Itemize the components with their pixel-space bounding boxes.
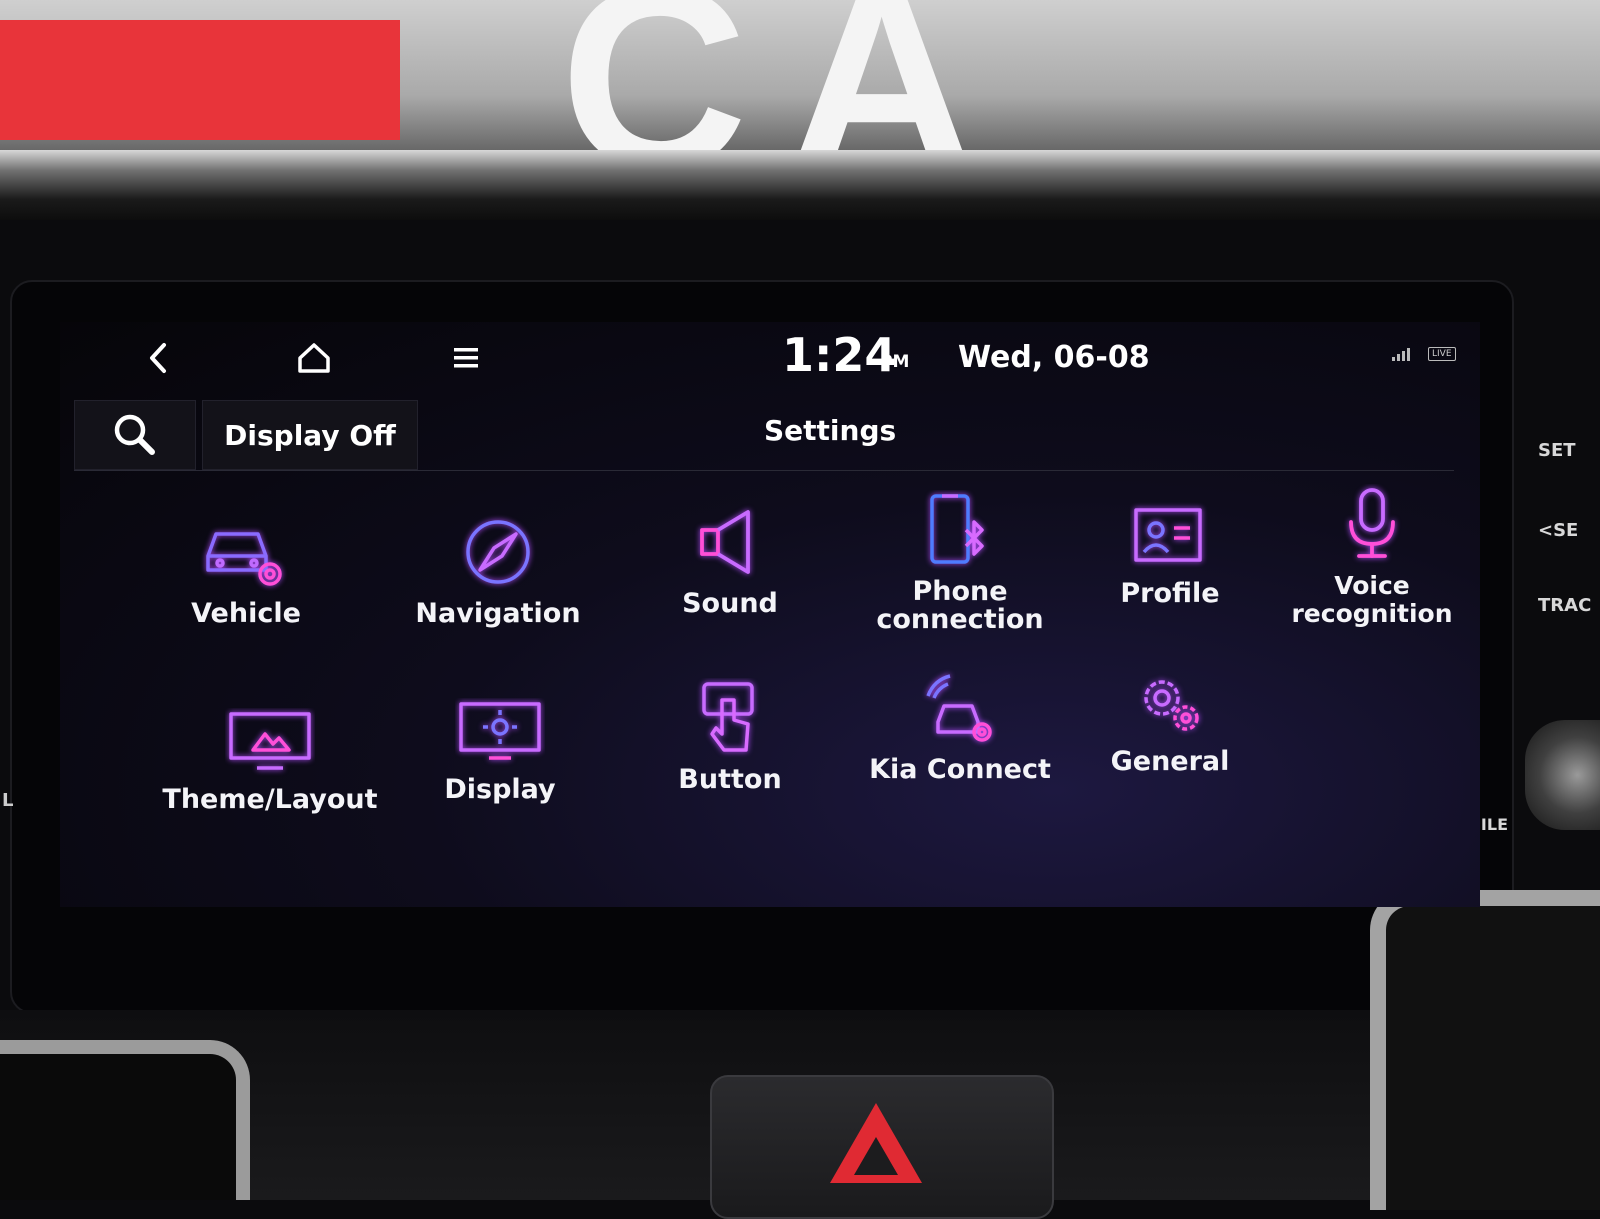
display-off-button[interactable]: Display Off <box>202 400 418 470</box>
side-left-label: L <box>2 790 14 811</box>
background-red-sign <box>0 20 400 140</box>
page-title: Settings <box>764 414 897 447</box>
back-button[interactable] <box>130 338 186 378</box>
menu-label: Voice recognition <box>1291 571 1453 628</box>
menu-label: Vehicle <box>191 598 301 629</box>
menu-item-vehicle[interactable]: Vehicle <box>136 502 356 682</box>
menu-label: Theme/Layout <box>162 784 378 815</box>
search-icon <box>114 414 155 455</box>
home-button[interactable] <box>286 338 342 378</box>
infotainment-screen: 1:24 PM Wed, 06-08 LIVE Display Off Sett… <box>60 322 1480 907</box>
car-gear-icon <box>206 532 282 586</box>
status-icons: LIVE <box>1390 346 1456 362</box>
gears-icon <box>1144 680 1199 731</box>
connected-car-icon <box>926 674 992 742</box>
hazard-button[interactable] <box>710 1075 1054 1219</box>
left-air-vent <box>0 1040 250 1200</box>
side-label-set[interactable]: SET <box>1538 440 1576 461</box>
tune-knob[interactable] <box>1525 720 1600 830</box>
menu-label: Display <box>444 774 556 805</box>
phone-bluetooth-icon <box>930 494 984 564</box>
side-label-track[interactable]: TRAC <box>1538 595 1591 616</box>
menu-label: Kia Connect <box>869 754 1051 785</box>
menu-item-phone-connection[interactable]: Phone connection <box>850 480 1070 660</box>
menu-label: Phone connection <box>876 576 1044 635</box>
menu-item-button[interactable]: Button <box>620 668 840 848</box>
profile-card-icon <box>1134 508 1202 562</box>
settings-toolbar: Display Off Settings <box>74 400 1454 471</box>
menu-item-voice-recognition[interactable]: Voice recognition <box>1262 474 1482 654</box>
search-button[interactable] <box>74 400 196 470</box>
display-brightness-icon <box>459 702 541 760</box>
live-badge: LIVE <box>1428 347 1456 361</box>
menu-label: Profile <box>1120 578 1220 609</box>
home-icon <box>298 343 330 373</box>
menu-item-kia-connect[interactable]: Kia Connect <box>850 658 1070 838</box>
hamburger-menu-icon <box>454 348 478 368</box>
menu-item-display[interactable]: Display <box>390 678 610 858</box>
menu-item-sound[interactable]: Sound <box>620 492 840 672</box>
signal-strength-icon <box>1392 348 1410 361</box>
right-air-vent <box>1370 890 1600 1210</box>
menu-label: Sound <box>682 588 778 619</box>
menu-item-profile[interactable]: Profile <box>1060 482 1280 662</box>
display-off-label: Display Off <box>224 418 396 452</box>
menu-item-general[interactable]: General <box>1060 650 1280 830</box>
dashboard-trim <box>0 150 1600 220</box>
menu-label: Button <box>678 764 782 795</box>
back-icon <box>150 343 166 373</box>
date-display: Wed, 06-08 <box>958 340 1150 375</box>
compass-icon <box>466 520 530 584</box>
menu-label: Navigation <box>415 598 581 629</box>
status-bar: 1:24 PM Wed, 06-08 LIVE <box>60 322 1480 392</box>
microphone-icon <box>1349 488 1395 558</box>
speaker-icon <box>700 510 750 574</box>
settings-grid: Vehicle Navigation Sound Phone connectio… <box>60 488 1480 892</box>
menu-label: General <box>1110 746 1230 777</box>
menu-item-navigation[interactable]: Navigation <box>388 502 608 682</box>
touch-button-icon <box>702 682 754 752</box>
side-label-seek[interactable]: <SE <box>1538 520 1578 541</box>
clock-ampm: PM <box>880 352 910 372</box>
hazard-triangle-inner <box>854 1137 898 1175</box>
menu-button[interactable] <box>438 338 494 378</box>
menu-item-theme-layout[interactable]: Theme/Layout <box>140 688 400 868</box>
theme-monitor-icon <box>229 712 311 770</box>
